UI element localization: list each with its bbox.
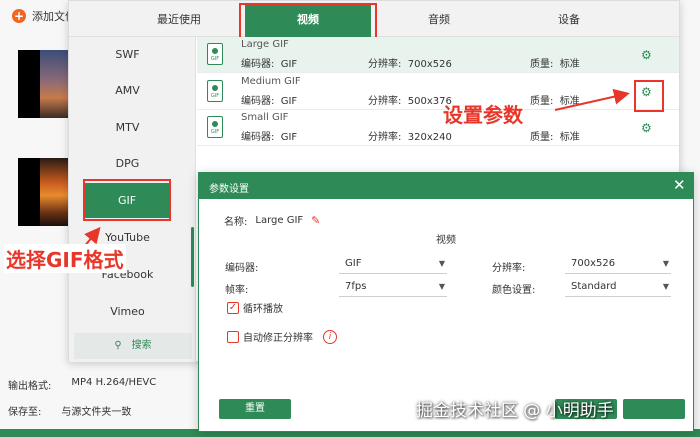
format-item-mtv[interactable]: MTV xyxy=(69,110,186,146)
preset-name: Small GIF xyxy=(241,112,289,123)
caret-down-icon: ▼ xyxy=(438,282,445,291)
preset-resolution: 分辨率: 320x240 xyxy=(368,132,452,143)
highlight-box xyxy=(634,80,664,112)
name-value: Large GIF xyxy=(255,215,304,226)
tab-audio[interactable]: 音频 xyxy=(369,1,509,37)
cancel-button[interactable] xyxy=(623,399,685,419)
loop-label: 循环播放 xyxy=(243,304,283,315)
preset-encoder: 编码器: GIF xyxy=(241,59,298,70)
preset-resolution: 分辨率: 700x526 xyxy=(368,59,452,70)
dialog-title-bar: 参数设置 ✕ xyxy=(199,173,693,199)
plus-icon: + xyxy=(12,9,26,23)
dialog-title: 参数设置 xyxy=(209,184,249,195)
preset-row-small-gif[interactable]: GIF Small GIF 编码器: GIF 分辨率: 320x240 质量: … xyxy=(197,110,679,146)
gif-file-icon: GIF xyxy=(207,80,223,102)
fps-select[interactable]: 7fps ▼ xyxy=(339,277,447,297)
color-value: Standard xyxy=(571,281,617,292)
video-thumbnail[interactable] xyxy=(18,50,68,118)
format-list: SWF AMV MTV DPG GIF YouTube Facebook Vim… xyxy=(69,37,196,362)
preset-row-large-gif[interactable]: GIF Large GIF 编码器: GIF 分辨率: 700x526 质量: … xyxy=(197,37,679,73)
auto-fix-resolution-option[interactable]: 自动修正分辨率 i xyxy=(227,329,337,344)
preset-row-medium-gif[interactable]: GIF Medium GIF 编码器: GIF 分辨率: 500x376 质量:… xyxy=(197,74,679,110)
gear-icon[interactable]: ⚙ xyxy=(641,122,653,134)
encoder-value: GIF xyxy=(345,258,362,269)
format-item-vimeo[interactable]: Vimeo xyxy=(69,294,186,330)
output-settings: 输出格式: MP4 H.264/HEVC 保存至: 与源文件夹一致 xyxy=(0,368,200,428)
fps-label: 帧率: xyxy=(225,285,249,296)
save-to-row[interactable]: 保存至: 与源文件夹一致 xyxy=(8,403,131,418)
output-format-label: 输出格式: xyxy=(8,381,52,392)
watermark: 掘金技术社区 @ 小明助手 xyxy=(416,401,614,421)
color-select[interactable]: Standard ▼ xyxy=(565,277,671,297)
resolution-value: 700x526 xyxy=(571,258,616,269)
preset-quality: 质量: 标准 xyxy=(530,132,580,143)
preset-name: Large GIF xyxy=(241,39,289,50)
auto-fix-label: 自动修正分辨率 xyxy=(243,333,313,344)
search-button[interactable]: ⚲ 搜索 xyxy=(74,333,192,359)
preset-quality: 质量: 标准 xyxy=(530,96,580,107)
caret-down-icon: ▼ xyxy=(662,282,669,291)
gif-file-icon: GIF xyxy=(207,43,223,65)
caret-down-icon: ▼ xyxy=(438,259,445,268)
encoder-label: 编码器: xyxy=(225,263,259,274)
output-format-value[interactable]: MP4 H.264/HEVC xyxy=(71,377,156,392)
search-icon: ⚲ xyxy=(114,340,122,351)
annotation-settings: 设置参数 xyxy=(443,103,523,127)
settings-dialog: 参数设置 ✕ 名称: Large GIF ✎ 视频 编码器: GIF ▼ 分辨率… xyxy=(198,172,694,432)
name-label: 名称: xyxy=(224,217,248,228)
loop-option[interactable]: ✓ 循环播放 xyxy=(227,300,283,315)
tab-bar: 最近使用 视频 音频 设备 xyxy=(69,1,679,42)
section-title-video: 视频 xyxy=(436,235,456,246)
preset-resolution: 分辨率: 500x376 xyxy=(368,96,452,107)
annotation-choose-gif: 选择GIF格式 xyxy=(4,244,126,273)
reset-button[interactable]: 重置 xyxy=(219,399,291,419)
color-label: 颜色设置: xyxy=(492,285,536,296)
format-item-dpg[interactable]: DPG xyxy=(69,146,186,182)
gear-icon[interactable]: ⚙ xyxy=(641,49,653,61)
output-format-row[interactable]: 输出格式: MP4 H.264/HEVC xyxy=(8,377,156,392)
preset-encoder: 编码器: GIF xyxy=(241,96,298,107)
loop-checkbox[interactable]: ✓ xyxy=(227,301,239,314)
preset-name: Medium GIF xyxy=(241,76,301,87)
pencil-icon[interactable]: ✎ xyxy=(311,214,320,227)
auto-fix-checkbox[interactable] xyxy=(227,330,239,343)
encoder-select[interactable]: GIF ▼ xyxy=(339,254,447,274)
save-to-label: 保存至: xyxy=(8,407,42,418)
save-to-value[interactable]: 与源文件夹一致 xyxy=(61,403,131,418)
gif-file-icon: GIF xyxy=(207,116,223,138)
search-label: 搜索 xyxy=(131,340,152,351)
scrollbar[interactable] xyxy=(191,227,194,287)
name-row: 名称: Large GIF ✎ xyxy=(224,213,320,228)
tab-recent[interactable]: 最近使用 xyxy=(109,1,249,37)
resolution-select[interactable]: 700x526 ▼ xyxy=(565,254,671,274)
resolution-label: 分辨率: xyxy=(492,263,526,274)
add-file-button[interactable]: + 添加文件 xyxy=(12,8,76,24)
info-icon[interactable]: i xyxy=(323,329,337,344)
fps-value: 7fps xyxy=(345,281,367,292)
video-thumbnail[interactable] xyxy=(18,158,68,226)
format-item-swf[interactable]: SWF xyxy=(69,37,186,73)
close-icon[interactable]: ✕ xyxy=(673,177,686,193)
caret-down-icon: ▼ xyxy=(662,259,669,268)
preset-encoder: 编码器: GIF xyxy=(241,132,298,143)
tab-device[interactable]: 设备 xyxy=(499,1,639,37)
preset-quality: 质量: 标准 xyxy=(530,59,580,70)
highlight-box xyxy=(83,179,171,221)
format-item-amv[interactable]: AMV xyxy=(69,73,186,109)
